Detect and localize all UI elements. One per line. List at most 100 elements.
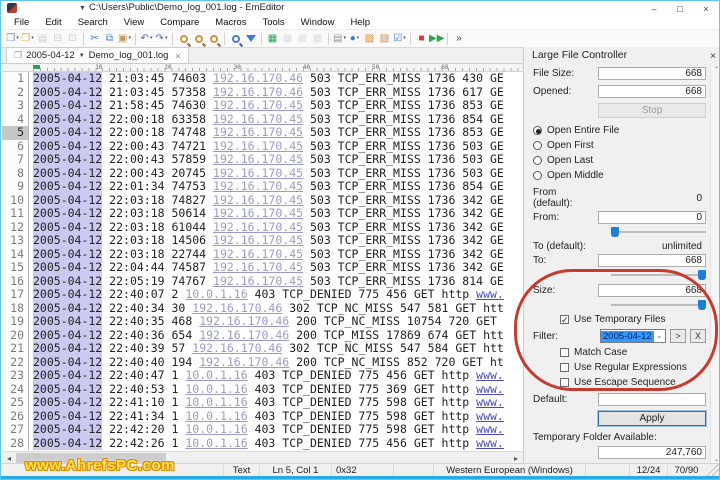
menu-search[interactable]: Search: [70, 17, 116, 28]
log-line-20[interactable]: 20 2005-04-12 22:40:36 654 192.16.170.46 …: [2, 327, 523, 342]
open-file-icon[interactable]: ❒ ▾: [20, 31, 35, 47]
url-link[interactable]: www.: [476, 368, 504, 382]
to-slider[interactable]: [533, 269, 706, 280]
url-link[interactable]: www.: [476, 287, 504, 301]
filter-clear-button[interactable]: X: [690, 329, 706, 343]
log-line-1[interactable]: 1 2005-04-12 21:03:45 74603 192.16.170.46…: [2, 71, 523, 86]
log-line-14[interactable]: 14 2005-04-12 22:03:18 22744 192.16.170.4…: [2, 246, 523, 261]
default-field[interactable]: [598, 393, 706, 406]
menu-compare[interactable]: Compare: [152, 17, 207, 28]
maximize-button[interactable]: □: [667, 1, 693, 16]
filter-combobox[interactable]: 2005-04-12 ⌄: [600, 329, 666, 343]
log-line-4[interactable]: 4 2005-04-12 22:00:18 63358 192.16.170.45…: [2, 111, 523, 126]
scroll-right-icon[interactable]: ▸: [509, 454, 523, 463]
use-temporary-files-checkbox[interactable]: ✓: [560, 315, 569, 325]
url-link[interactable]: www.: [476, 422, 504, 436]
log-line-13[interactable]: 13 2005-04-12 22:03:18 14506 192.16.170.4…: [2, 233, 523, 248]
radio-icon[interactable]: [533, 156, 542, 165]
log-line-26[interactable]: 26 2005-04-12 22:41:34 1 10.0.1.16 403 TC…: [2, 408, 523, 423]
find-icon[interactable]: [176, 31, 191, 47]
size-field[interactable]: 668: [598, 284, 706, 297]
macro-select-icon[interactable]: ☑ ▾: [392, 31, 407, 47]
radio-open-entire-file[interactable]: Open Entire File: [533, 125, 706, 136]
log-line-28[interactable]: 28 2005-04-12 22:42:26 1 10.0.1.16 403 TC…: [2, 435, 523, 450]
macro-record-icon[interactable]: ▨: [362, 31, 377, 47]
url-link[interactable]: www.: [476, 436, 504, 450]
panel-scroll-down-icon[interactable]: ⌄: [711, 456, 719, 463]
url-link[interactable]: www.: [476, 409, 504, 423]
from-slider-thumb[interactable]: [611, 227, 619, 237]
apply-button[interactable]: Apply: [598, 411, 706, 426]
checkbox-use-escape-sequence[interactable]: Use Escape Sequence: [560, 377, 706, 388]
checkbox-icon[interactable]: [560, 348, 569, 357]
log-line-12[interactable]: 12 2005-04-12 22:03:18 61044 192.16.170.4…: [2, 219, 523, 234]
url-link[interactable]: www.: [476, 395, 504, 409]
panel-close-icon[interactable]: ×: [710, 48, 716, 65]
csv-mode-icon[interactable]: ▦: [265, 31, 280, 47]
log-line-3[interactable]: 3 2005-04-12 21:58:45 74630 192.16.170.45…: [2, 98, 523, 113]
filter-dropdown-icon[interactable]: ⌄: [654, 332, 665, 340]
log-line-15[interactable]: 15 2005-04-12 22:04:44 74587 192.16.170.4…: [2, 260, 523, 275]
macro-play-icon[interactable]: ▧: [377, 31, 392, 47]
radio-open-last[interactable]: Open Last: [533, 155, 706, 166]
new-file-icon[interactable]: ❐ ▾: [5, 31, 20, 47]
log-line-11[interactable]: 11 2005-04-12 22:03:18 50614 192.16.170.4…: [2, 206, 523, 221]
copy-icon[interactable]: ⧉: [102, 31, 117, 47]
radio-open-first[interactable]: Open First: [533, 140, 706, 151]
minimize-button[interactable]: –: [641, 1, 667, 16]
log-line-23[interactable]: 23 2005-04-12 22:40:47 1 10.0.1.16 403 TC…: [2, 368, 523, 383]
checkbox-use-regular-expressions[interactable]: Use Regular Expressions: [560, 362, 706, 373]
find-in-files-icon[interactable]: [228, 31, 243, 47]
paste-icon[interactable]: ▣ ▾: [117, 31, 132, 47]
from-field[interactable]: 0: [598, 211, 706, 224]
radio-icon[interactable]: [533, 141, 542, 150]
redo-icon[interactable]: ↷ ▾: [154, 31, 169, 47]
status-encoding[interactable]: Western European (Windows): [433, 464, 585, 476]
bookmarks-icon[interactable]: ▤ ▾: [332, 31, 347, 47]
panel-scroll-up-icon[interactable]: ⌃: [711, 66, 719, 73]
log-line-25[interactable]: 25 2005-04-12 22:41:10 1 10.0.1.16 403 TC…: [2, 395, 523, 410]
cut-icon[interactable]: ✂: [87, 31, 102, 47]
menu-window[interactable]: Window: [293, 17, 343, 28]
radio-open-middle[interactable]: Open Middle: [533, 170, 706, 181]
stop-icon[interactable]: ■: [414, 31, 429, 47]
log-line-9[interactable]: 9 2005-04-12 22:01:34 74753 192.16.170.45…: [2, 179, 523, 194]
close-button[interactable]: ×: [693, 1, 719, 16]
radio-icon[interactable]: [533, 126, 542, 135]
log-line-24[interactable]: 24 2005-04-12 22:40:53 1 10.0.1.16 403 TC…: [2, 381, 523, 396]
log-line-19[interactable]: 19 2005-04-12 22:40:35 468 192.16.170.46 …: [2, 314, 523, 329]
replace-icon[interactable]: [206, 31, 221, 47]
checkbox-icon[interactable]: [560, 363, 569, 372]
size-slider-thumb[interactable]: [698, 300, 706, 310]
radio-icon[interactable]: [533, 171, 542, 180]
url-link[interactable]: www.: [476, 382, 504, 396]
menu-help[interactable]: Help: [342, 17, 378, 28]
log-line-27[interactable]: 27 2005-04-12 22:42:20 1 10.0.1.16 403 TC…: [2, 422, 523, 437]
log-line-16[interactable]: 16 2005-04-12 22:05:19 74767 192.16.170.4…: [2, 273, 523, 288]
encoding-icon[interactable]: ● ▾: [347, 31, 362, 47]
log-line-18[interactable]: 18 2005-04-12 22:40:34 30 192.16.170.46 3…: [2, 300, 523, 315]
run-icon[interactable]: ▶▶: [429, 31, 444, 47]
log-line-6[interactable]: 6 2005-04-12 22:00:43 74721 192.16.170.45…: [2, 138, 523, 153]
stop-button[interactable]: Stop: [598, 103, 706, 118]
find-in-group-icon[interactable]: [191, 31, 206, 47]
tab-demo-log[interactable]: ❐ 2005-04-12 ▼ Demo_log_001.log ×: [6, 47, 189, 63]
log-line-17[interactable]: 17 2005-04-12 22:40:07 2 10.0.1.16 403 TC…: [2, 287, 523, 302]
checkbox-icon[interactable]: [560, 378, 569, 387]
log-line-22[interactable]: 22 2005-04-12 22:40:40 194 192.16.170.46 …: [2, 354, 523, 369]
scroll-left-icon[interactable]: ◂: [2, 454, 16, 463]
size-slider[interactable]: [533, 299, 706, 310]
log-line-2[interactable]: 2 2005-04-12 21:03:45 57358 192.16.170.46…: [2, 84, 523, 99]
from-slider[interactable]: [533, 226, 706, 237]
to-field[interactable]: 668: [598, 254, 706, 267]
panel-scrollbar[interactable]: ⌃ ⌄: [710, 64, 719, 465]
menu-tools[interactable]: Tools: [254, 17, 292, 28]
menu-macros[interactable]: Macros: [207, 17, 254, 28]
filter-icon[interactable]: [243, 31, 258, 47]
undo-icon[interactable]: ↶ ▾: [139, 31, 154, 47]
to-slider-thumb[interactable]: [698, 270, 706, 280]
toolbar-overflow-icon[interactable]: »: [451, 31, 466, 47]
log-line-8[interactable]: 8 2005-04-12 22:00:43 20745 192.16.170.45…: [2, 165, 523, 180]
menu-view[interactable]: View: [116, 17, 152, 28]
log-line-5[interactable]: 5 2005-04-12 22:00:18 74748 192.16.170.45…: [2, 125, 523, 140]
